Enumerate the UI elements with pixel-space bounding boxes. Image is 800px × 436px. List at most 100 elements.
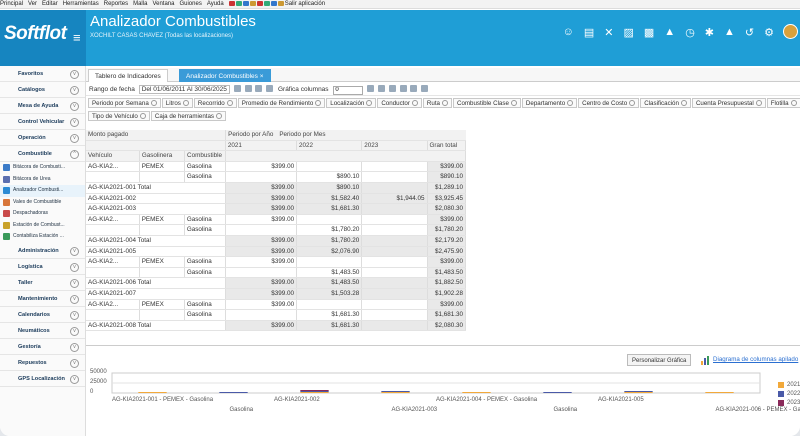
filter-icon[interactable] (139, 113, 146, 119)
vehicle-total-cell[interactable]: AG-KIA2021-003 (86, 204, 226, 214)
gear-icon[interactable]: ⚙ (764, 26, 774, 39)
toolbar-icon[interactable] (277, 1, 284, 6)
expand-icon[interactable]: v (70, 342, 79, 352)
filter-icon[interactable] (790, 100, 797, 106)
expand-icon[interactable]: v (70, 86, 79, 95)
year-header-2023[interactable]: 2023 (362, 140, 428, 151)
menu-item-2[interactable]: Editar (42, 1, 58, 7)
menu-item-7[interactable]: Guiones (179, 1, 201, 7)
menu-item-8[interactable]: Ayuda (207, 1, 224, 7)
vehicles-icon[interactable]: ▲ (664, 26, 675, 39)
chart-count-input[interactable] (333, 85, 364, 95)
row-field-1[interactable]: Gasolinera (140, 151, 186, 161)
sidebar-item-fuel-3[interactable]: Vales de Combustible (0, 197, 85, 209)
menu-item-0[interactable]: Principal (0, 1, 23, 7)
vehicle-cell[interactable]: AG-KIA2... (86, 161, 140, 172)
sidebar-section-1[interactable]: Catálogos v (0, 82, 85, 98)
expand-icon[interactable]: v (70, 310, 79, 320)
toolbar-icon[interactable] (270, 1, 277, 6)
sidebar-section-13[interactable]: Mantenimiento v (0, 291, 85, 307)
filter-field-1[interactable]: Litros (161, 98, 193, 108)
menu-item-1[interactable]: Ver (28, 1, 37, 7)
avatar[interactable] (783, 24, 798, 39)
sidebar-section-3[interactable]: Control Vehicular v (0, 114, 85, 130)
vehicle-cell[interactable]: AG-KIA2... (86, 299, 140, 310)
expand-icon[interactable]: ^ (70, 150, 79, 159)
filter-field-4[interactable]: Localización (326, 98, 377, 108)
refresh-icon[interactable] (266, 85, 274, 92)
expand-icon[interactable]: v (70, 326, 79, 336)
sidebar-section-12[interactable]: Taller v (0, 275, 85, 291)
document-icon[interactable]: ▤ (584, 26, 594, 39)
sidebar-item-fuel-4[interactable]: Despachadoras (0, 208, 85, 220)
filter-icon[interactable] (680, 100, 687, 106)
sidebar-section-10[interactable]: Administración v (0, 243, 85, 259)
vehicle-total-cell[interactable]: AG-KIA2021-008 Total (86, 320, 226, 331)
vehicle-total-cell[interactable]: AG-KIA2021-004 Total (86, 235, 226, 246)
sidebar-section-4[interactable]: Operación v (0, 130, 85, 146)
expand-icon[interactable]: v (70, 358, 79, 368)
toolbar-icon[interactable] (256, 1, 263, 6)
car-icon[interactable]: ▨ (623, 26, 633, 39)
sidebar-section-15[interactable]: Neumáticos v (0, 323, 85, 339)
vehicle-cell[interactable] (86, 267, 140, 278)
row-field-0[interactable]: Vehículo (86, 151, 140, 161)
toolbar-icon[interactable] (228, 1, 235, 6)
sidebar-section-11[interactable]: Logística v (0, 259, 85, 275)
vehicle-cell[interactable] (86, 172, 140, 182)
filter-icon[interactable] (366, 100, 373, 106)
filter-field-12[interactable]: Flotilla (766, 98, 800, 108)
filter-icon[interactable] (377, 85, 385, 92)
filter-field-1[interactable]: Caja de herramientas (150, 111, 227, 121)
data-field-monto[interactable]: Monto pagado (86, 130, 227, 140)
filter-icon[interactable] (755, 100, 762, 106)
expand-icon[interactable]: v (70, 118, 79, 127)
filter-icon[interactable] (182, 100, 189, 106)
sidebar-item-fuel-5[interactable]: Estación de Combust... (0, 220, 85, 232)
toolbar-icon[interactable] (242, 1, 249, 6)
column-field-1[interactable]: Periodo por Mes (279, 131, 325, 138)
filter-icon[interactable] (441, 100, 448, 106)
filter-icon[interactable] (150, 100, 157, 106)
collapse-icon[interactable] (399, 85, 407, 92)
filter-icon[interactable] (216, 113, 223, 119)
filter-field-10[interactable]: Clasificación (640, 98, 691, 108)
vehicle-total-cell[interactable]: AG-KIA2021-002 (86, 193, 226, 204)
filter-icon[interactable] (226, 100, 233, 106)
date-range-value[interactable]: Del 01/06/2011 Al 30/06/2025 (138, 85, 230, 94)
filter-field-2[interactable]: Recorrido (193, 98, 237, 108)
menu-item-3[interactable]: Herramientas (63, 1, 99, 7)
menu-toggle-icon[interactable]: ≡ (73, 30, 81, 45)
filter-field-9[interactable]: Centro de Costo (578, 98, 640, 108)
vehicle-total-cell[interactable]: AG-KIA2021-005 (86, 246, 226, 257)
timer-icon[interactable]: ◷ (685, 26, 695, 39)
filter-field-7[interactable]: Combustible Clase (452, 98, 521, 108)
filter-icon[interactable] (411, 100, 418, 106)
menu-item-5[interactable]: Malla (133, 1, 147, 7)
filter-icon[interactable] (567, 100, 574, 106)
sidebar-section-0[interactable]: Favoritos v (0, 66, 85, 82)
vehicle-total-cell[interactable]: AG-KIA2021-006 Total (86, 278, 226, 288)
share-icon[interactable]: ↺ (745, 26, 754, 39)
expand-icon[interactable]: v (70, 134, 79, 143)
sidebar-item-fuel-6[interactable]: Contabiliza Estación ... (0, 231, 85, 243)
expand-icon[interactable]: v (70, 70, 79, 79)
filter-field-3[interactable]: Promedio de Rendimiento (237, 98, 326, 108)
vehicle-total-cell[interactable]: AG-KIA2021-007 (86, 288, 226, 299)
sidebar-item-fuel-1[interactable]: Bitácora de Urea (0, 174, 85, 186)
exit-button[interactable]: Salir aplicación (285, 1, 325, 7)
expand-icon[interactable]: v (70, 278, 79, 288)
vehicle-cell[interactable]: AG-KIA2... (86, 257, 140, 267)
sidebar-section-2[interactable]: Mesa de Ayuda v (0, 98, 85, 114)
vehicle-cell[interactable]: AG-KIA2... (86, 214, 140, 225)
sidebar-item-fuel-0[interactable]: Bitácora de Combusti... (0, 162, 85, 174)
filter-icon[interactable] (510, 100, 517, 106)
expand-icon[interactable]: v (70, 262, 79, 272)
expand-icon[interactable]: v (70, 374, 79, 384)
row-field-2[interactable]: Combustible (185, 151, 227, 161)
settings-icon[interactable] (367, 85, 375, 92)
filter-icon[interactable] (315, 100, 322, 106)
tools-icon[interactable]: ✕ (604, 26, 613, 39)
expand-icon[interactable] (388, 85, 396, 92)
tab-dashboard[interactable]: Tablero de Indicadores (88, 69, 168, 82)
